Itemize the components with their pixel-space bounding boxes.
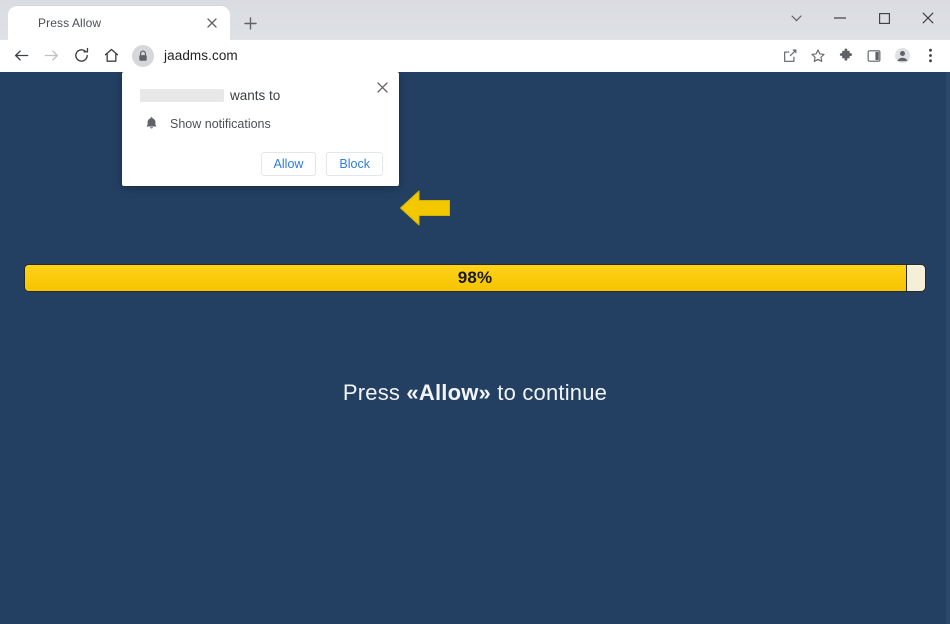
- browser-tab[interactable]: Press Allow: [8, 6, 230, 40]
- toolbar-actions: [776, 42, 944, 70]
- close-icon[interactable]: [371, 76, 393, 98]
- notification-permission-dialog: wants to Show notifications Allow Block: [122, 72, 399, 186]
- minimize-icon[interactable]: [818, 1, 862, 35]
- browser-window: Press Allow jaadms.com 98% Press «Allow»…: [0, 0, 950, 624]
- page-scrollbar[interactable]: [946, 72, 950, 624]
- three-dot-menu-icon[interactable]: [916, 42, 944, 70]
- headline-suffix: wants to: [230, 88, 281, 103]
- permission-label: Show notifications: [170, 116, 271, 131]
- star-icon[interactable]: [804, 42, 832, 70]
- forward-arrow-icon: [36, 42, 66, 70]
- allow-button[interactable]: Allow: [260, 152, 317, 176]
- progress-bar: 98%: [24, 264, 926, 292]
- home-icon[interactable]: [96, 42, 126, 70]
- bell-icon: [142, 116, 160, 131]
- reload-icon[interactable]: [66, 42, 96, 70]
- lock-icon[interactable]: [132, 44, 154, 67]
- browser-toolbar: jaadms.com: [0, 40, 950, 72]
- puzzle-piece-icon[interactable]: [832, 42, 860, 70]
- redacted-origin: [140, 89, 224, 102]
- address-bar[interactable]: jaadms.com: [130, 43, 770, 69]
- call-to-action-text: Press «Allow» to continue: [0, 380, 950, 406]
- tab-title: Press Allow: [38, 16, 102, 30]
- left-arrow-icon: [399, 187, 451, 229]
- permission-row: Show notifications: [140, 116, 383, 131]
- close-icon[interactable]: [202, 13, 222, 33]
- progress-track: 98%: [24, 264, 926, 292]
- url-text: jaadms.com: [164, 48, 238, 63]
- window-controls: [774, 0, 950, 36]
- share-icon[interactable]: [776, 42, 804, 70]
- permission-actions: Allow Block: [140, 152, 383, 176]
- plus-icon[interactable]: [236, 9, 264, 37]
- tab-strip: Press Allow: [0, 0, 950, 40]
- profile-avatar-icon[interactable]: [888, 42, 916, 70]
- cta-prefix: Press: [342, 380, 407, 405]
- block-button[interactable]: Block: [326, 152, 383, 176]
- side-panel-icon[interactable]: [860, 42, 888, 70]
- permission-headline: wants to: [140, 88, 383, 103]
- cta-highlight: «Allow»: [406, 380, 491, 405]
- chevron-down-icon[interactable]: [774, 1, 818, 35]
- cta-suffix: to continue: [490, 380, 608, 405]
- back-arrow-icon[interactable]: [6, 42, 36, 70]
- close-icon[interactable]: [906, 1, 950, 35]
- progress-percent-label: 98%: [457, 268, 493, 287]
- maximize-icon[interactable]: [862, 1, 906, 35]
- page-viewport: 98% Press «Allow» to continue wants to S…: [0, 72, 950, 624]
